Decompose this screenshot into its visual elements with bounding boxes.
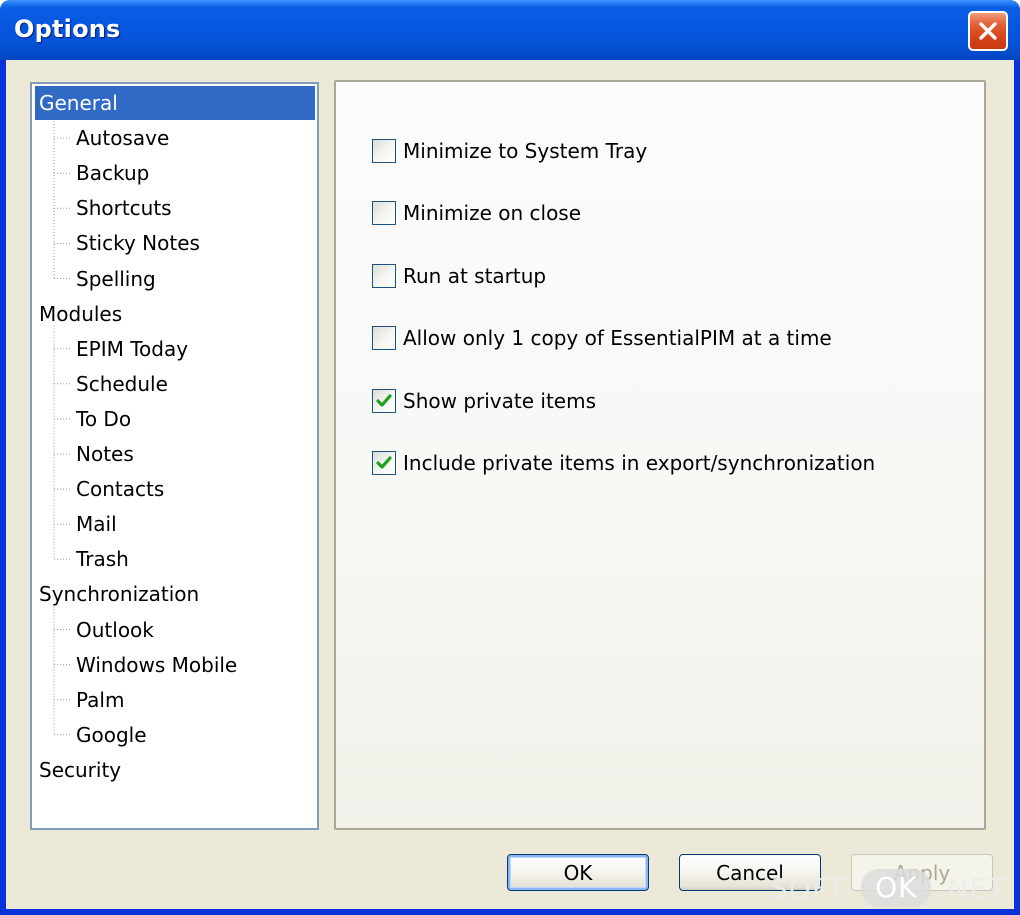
tree-item-security[interactable]: Security (39, 753, 121, 787)
options-dialog: Options General Autosave Backup Shortcuts St… (0, 0, 1020, 915)
option-checkbox[interactable] (372, 388, 396, 413)
tree-item-trash[interactable]: Trash (76, 542, 129, 576)
cancel-button[interactable]: Cancel (679, 854, 821, 891)
tree-item-spelling[interactable]: Spelling (76, 262, 156, 296)
tree-item-palm[interactable]: Palm (76, 683, 124, 717)
option-label: Show private items (403, 388, 596, 413)
tree-item-backup[interactable]: Backup (76, 156, 149, 190)
option-row[interactable]: Include private items in export/synchron… (372, 448, 875, 478)
tree-item-outlook[interactable]: Outlook (76, 613, 154, 647)
option-checkbox[interactable] (372, 451, 396, 475)
tree-item-notes[interactable]: Notes (76, 437, 134, 471)
option-checkbox[interactable] (372, 326, 396, 351)
general-options-panel: Minimize to System Tray Minimize on close… (334, 80, 986, 830)
tree-item-mail[interactable]: Mail (76, 507, 117, 541)
option-label: Minimize to System Tray (403, 139, 648, 163)
tree-connector-lines (53, 115, 72, 736)
close-button[interactable] (968, 11, 1008, 51)
options-category-tree[interactable]: General Autosave Backup Shortcuts Sticky Not… (30, 82, 319, 830)
tree-item-shortcuts[interactable]: Shortcuts (76, 191, 172, 225)
tree-item-windows-mobile[interactable]: Windows Mobile (76, 648, 237, 682)
option-row[interactable]: Show private items (372, 386, 596, 416)
dialog-client-area: General Autosave Backup Shortcuts Sticky Not… (6, 60, 1014, 909)
tree-item-sticky-notes[interactable]: Sticky Notes (76, 226, 200, 260)
option-row[interactable]: Allow only 1 copy of EssentialPIM at a t… (372, 323, 832, 353)
title-bar[interactable]: Options (0, 0, 1020, 60)
tree-item-modules[interactable]: Modules (39, 297, 122, 331)
checkmark-icon (376, 456, 392, 469)
tree-item-synchronization[interactable]: Synchronization (39, 577, 199, 611)
tree-item-general[interactable]: General (35, 86, 315, 120)
tree-item-google[interactable]: Google (76, 718, 147, 752)
option-row[interactable]: Minimize on close (372, 198, 581, 228)
close-x-icon (979, 22, 997, 40)
option-label: Run at startup (403, 263, 547, 288)
tree-item-autosave[interactable]: Autosave (76, 121, 169, 155)
tree-item-to-do[interactable]: To Do (76, 402, 131, 436)
tree-item-contacts[interactable]: Contacts (76, 472, 164, 506)
tree-item-epim-today[interactable]: EPIM Today (76, 332, 188, 366)
ok-button[interactable]: OK (507, 854, 649, 891)
option-row[interactable]: Run at startup (372, 261, 546, 291)
window-title: Options (14, 15, 121, 43)
option-checkbox[interactable] (372, 201, 396, 226)
tree-item-schedule[interactable]: Schedule (76, 367, 168, 401)
option-label: Allow only 1 copy of EssentialPIM at a t… (403, 326, 832, 351)
option-checkbox[interactable] (372, 139, 396, 163)
option-label: Minimize on close (403, 201, 582, 226)
checkmark-icon (376, 393, 392, 407)
apply-button[interactable]: Apply (851, 854, 993, 891)
option-row[interactable]: Minimize to System Tray (372, 136, 647, 166)
option-label: Include private items in export/synchron… (403, 451, 876, 475)
option-checkbox[interactable] (372, 263, 396, 288)
